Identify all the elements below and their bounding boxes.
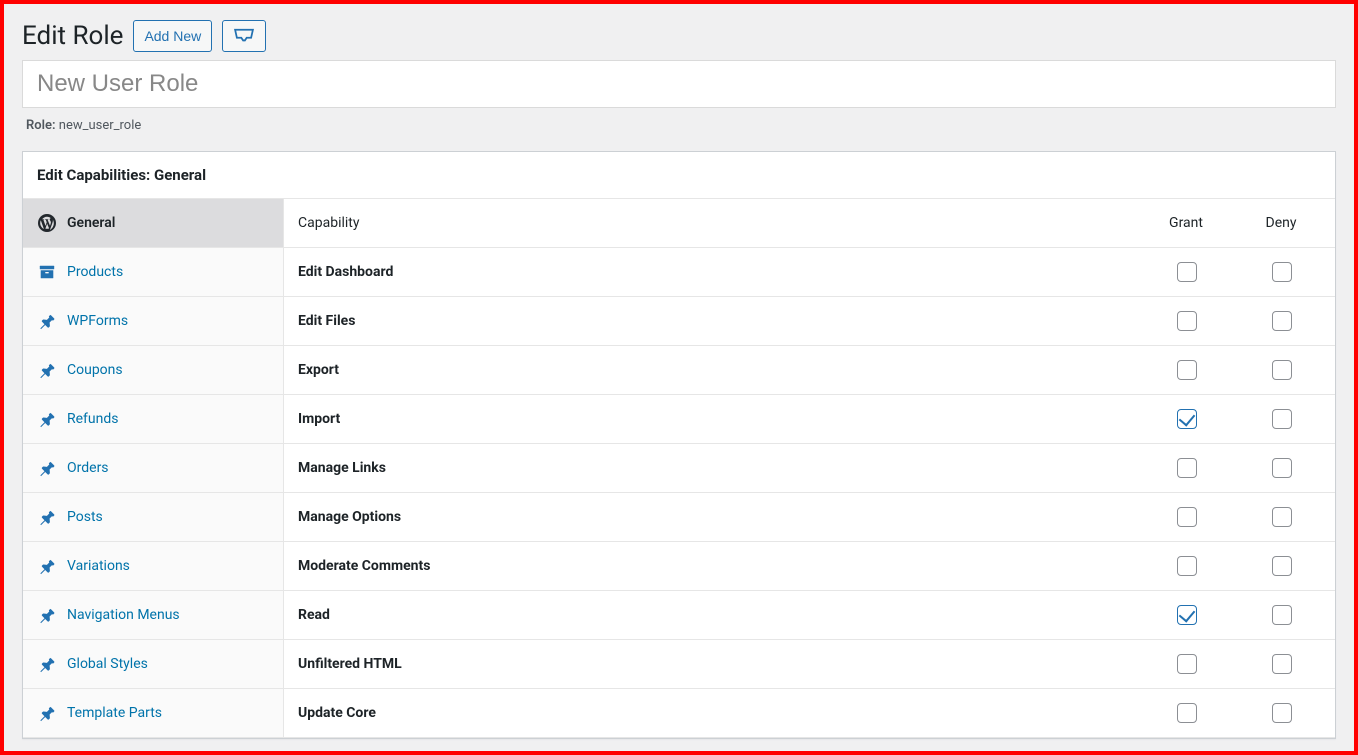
capability-table: Capability Grant Deny Edit Dashboard Edit… <box>284 199 1335 738</box>
sidebar-item-label: WPForms <box>67 313 128 329</box>
panel-title: Edit Capabilities: General <box>23 152 1335 199</box>
sidebar-item-label: Refunds <box>67 411 119 427</box>
add-new-button[interactable]: Add New <box>133 20 212 52</box>
grant-checkbox[interactable] <box>1177 360 1197 380</box>
pin-icon <box>37 458 57 478</box>
capability-row: Manage Links <box>284 444 1335 493</box>
capability-name: Manage Options <box>298 509 1131 525</box>
pin-icon <box>37 703 57 723</box>
deny-checkbox[interactable] <box>1272 556 1292 576</box>
sidebar-item-template-parts[interactable]: Template Parts <box>23 689 283 738</box>
capability-name: Export <box>298 362 1131 378</box>
archive-icon <box>37 262 57 282</box>
sidebar-item-label: Orders <box>67 460 109 476</box>
deny-checkbox[interactable] <box>1272 409 1292 429</box>
pin-icon <box>37 360 57 380</box>
sidebar-item-label: Navigation Menus <box>67 607 180 623</box>
capability-row: Unfiltered HTML <box>284 640 1335 689</box>
grant-checkbox[interactable] <box>1177 409 1197 429</box>
sidebar-item-products[interactable]: Products <box>23 248 283 297</box>
grant-checkbox[interactable] <box>1177 654 1197 674</box>
grant-checkbox[interactable] <box>1177 458 1197 478</box>
capability-name: Unfiltered HTML <box>298 656 1131 672</box>
sidebar-item-posts[interactable]: Posts <box>23 493 283 542</box>
grant-checkbox[interactable] <box>1177 262 1197 282</box>
sidebar-item-orders[interactable]: Orders <box>23 444 283 493</box>
deny-checkbox[interactable] <box>1272 507 1292 527</box>
capability-name: Manage Links <box>298 460 1131 476</box>
deny-checkbox[interactable] <box>1272 458 1292 478</box>
col-capability: Capability <box>298 215 1131 231</box>
pin-icon <box>37 605 57 625</box>
role-slug-value: new_user_role <box>59 118 142 133</box>
capability-name: Edit Dashboard <box>298 264 1131 280</box>
capability-row: Export <box>284 346 1335 395</box>
role-name-input[interactable] <box>22 60 1336 108</box>
capability-name: Moderate Comments <box>298 558 1131 574</box>
inbox-button[interactable] <box>222 20 266 52</box>
inbox-icon <box>233 28 255 44</box>
deny-checkbox[interactable] <box>1272 605 1292 625</box>
pin-icon <box>37 409 57 429</box>
pin-icon <box>37 311 57 331</box>
sidebar-item-label: Products <box>67 264 123 280</box>
wordpress-icon <box>37 213 57 233</box>
page-header: Edit Role Add New <box>4 4 1354 60</box>
sidebar-item-label: Global Styles <box>67 656 148 672</box>
capability-row: Import <box>284 395 1335 444</box>
deny-checkbox[interactable] <box>1272 360 1292 380</box>
capability-name: Edit Files <box>298 313 1131 329</box>
sidebar-item-coupons[interactable]: Coupons <box>23 346 283 395</box>
sidebar-item-label: General <box>67 215 115 231</box>
capability-group-sidebar: General Products WPForms Coupons Refunds Orde… <box>23 199 284 738</box>
capability-row: Update Core <box>284 689 1335 738</box>
deny-checkbox[interactable] <box>1272 311 1292 331</box>
grant-checkbox[interactable] <box>1177 605 1197 625</box>
capability-name: Update Core <box>298 705 1131 721</box>
deny-checkbox[interactable] <box>1272 654 1292 674</box>
grant-checkbox[interactable] <box>1177 556 1197 576</box>
sidebar-item-label: Template Parts <box>67 705 162 721</box>
capability-name: Read <box>298 607 1131 623</box>
capability-row: Manage Options <box>284 493 1335 542</box>
deny-checkbox[interactable] <box>1272 262 1292 282</box>
sidebar-item-wpforms[interactable]: WPForms <box>23 297 283 346</box>
col-deny: Deny <box>1241 215 1321 231</box>
capability-row: Edit Dashboard <box>284 248 1335 297</box>
capability-row: Moderate Comments <box>284 542 1335 591</box>
role-slug-label: Role: <box>26 118 56 133</box>
grant-checkbox[interactable] <box>1177 507 1197 527</box>
grant-checkbox[interactable] <box>1177 703 1197 723</box>
capability-row: Edit Files <box>284 297 1335 346</box>
grant-checkbox[interactable] <box>1177 311 1197 331</box>
pin-icon <box>37 556 57 576</box>
capabilities-panel: Edit Capabilities: General General Produc… <box>22 151 1336 739</box>
sidebar-item-label: Variations <box>67 558 130 574</box>
sidebar-item-label: Coupons <box>67 362 123 378</box>
role-slug: Role: new_user_role <box>4 108 1354 151</box>
page-title: Edit Role <box>22 21 123 51</box>
capability-table-header: Capability Grant Deny <box>284 199 1335 248</box>
sidebar-item-refunds[interactable]: Refunds <box>23 395 283 444</box>
pin-icon <box>37 654 57 674</box>
deny-checkbox[interactable] <box>1272 703 1292 723</box>
sidebar-item-label: Posts <box>67 509 103 525</box>
sidebar-item-global-styles[interactable]: Global Styles <box>23 640 283 689</box>
col-grant: Grant <box>1131 215 1241 231</box>
capability-row: Read <box>284 591 1335 640</box>
sidebar-item-navigation-menus[interactable]: Navigation Menus <box>23 591 283 640</box>
sidebar-item-general[interactable]: General <box>23 199 283 248</box>
sidebar-item-variations[interactable]: Variations <box>23 542 283 591</box>
capability-name: Import <box>298 411 1131 427</box>
pin-icon <box>37 507 57 527</box>
